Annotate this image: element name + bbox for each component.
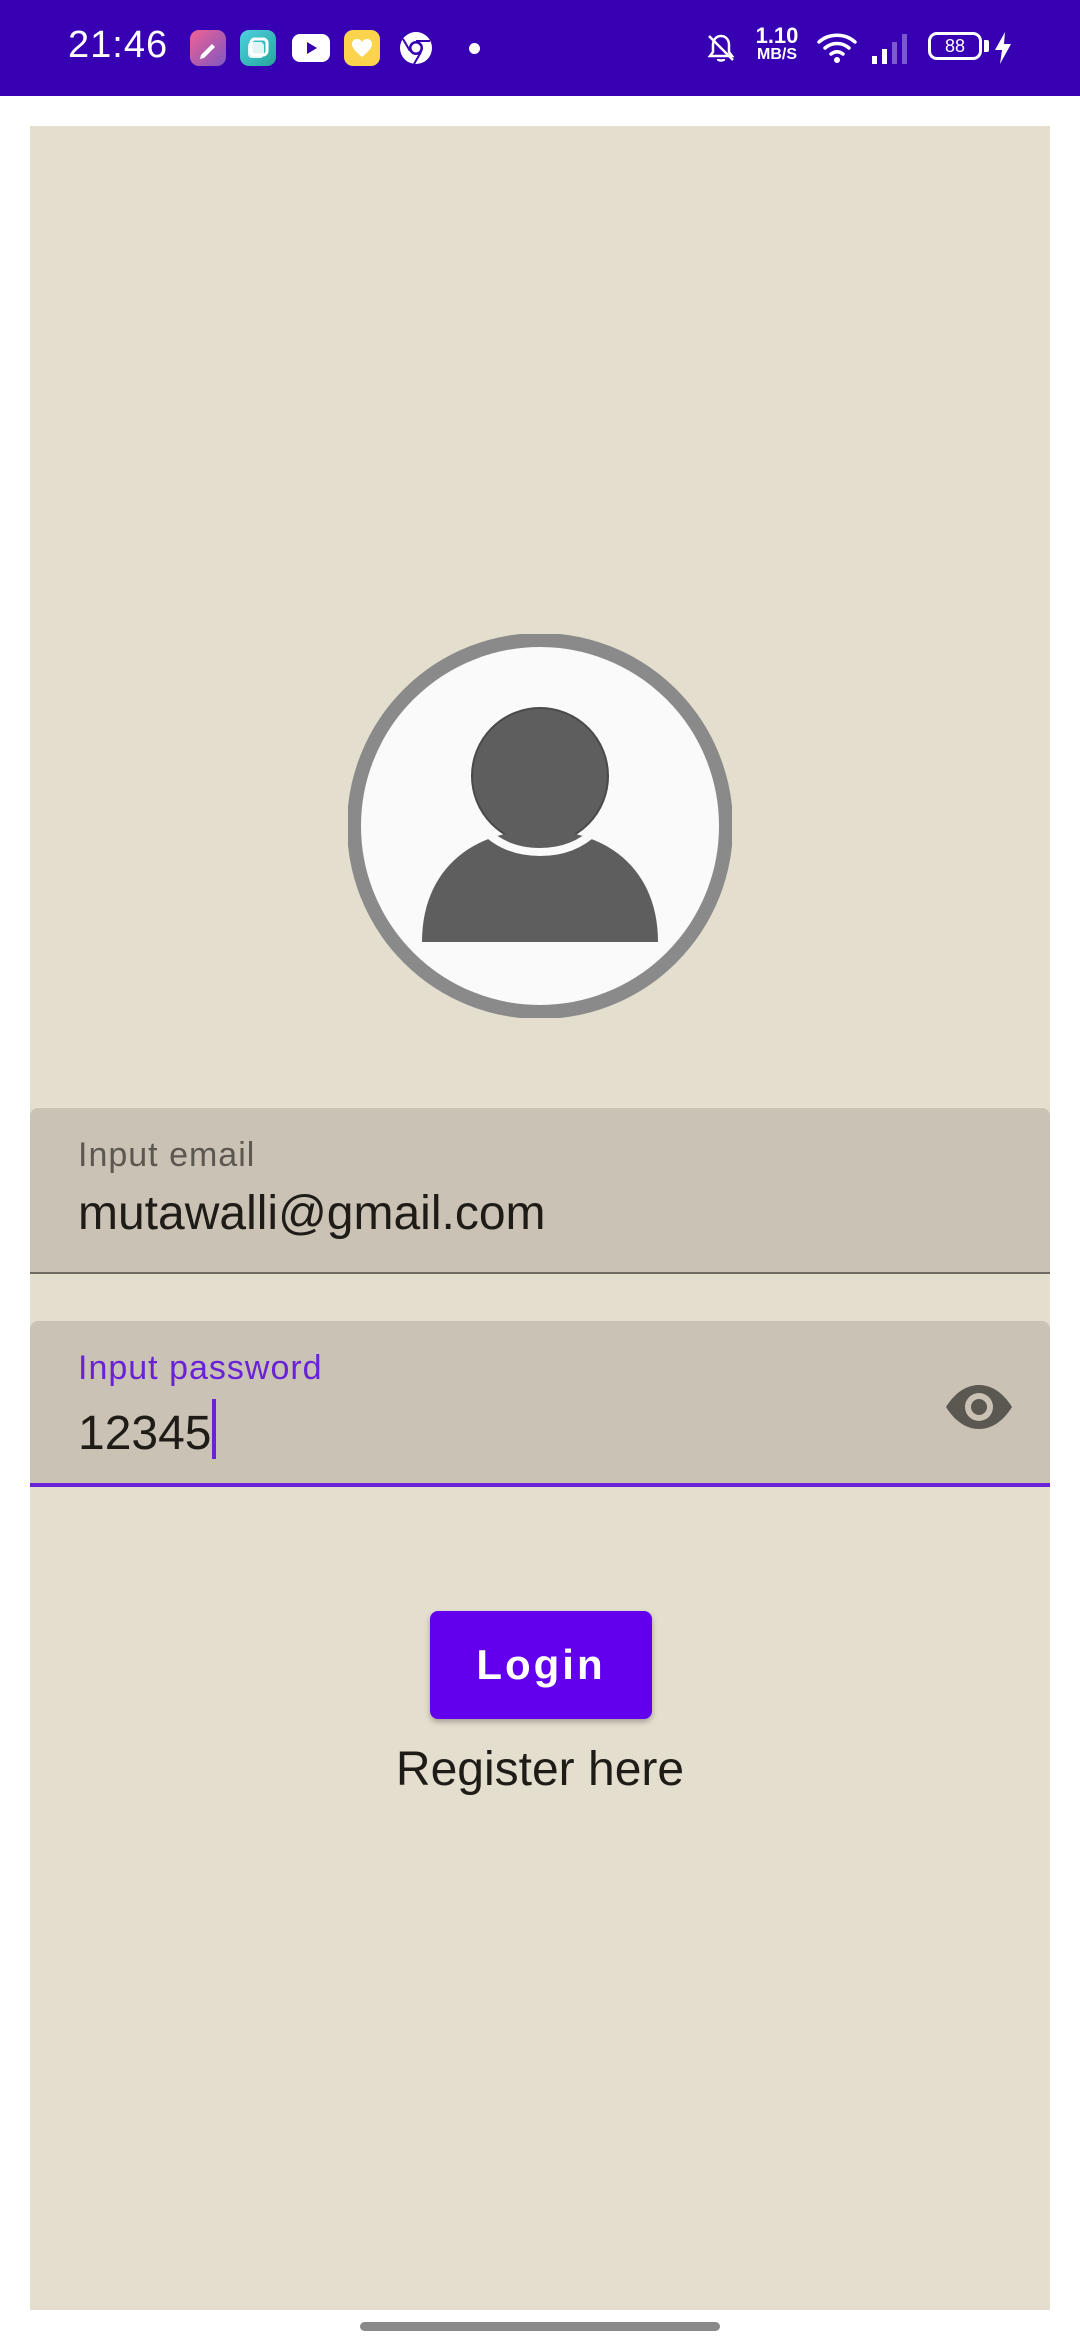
password-input[interactable]: 12345	[78, 1407, 211, 1460]
login-screen: Input email mutawalli@gmail.com Input pa…	[30, 126, 1050, 2310]
password-field[interactable]: Input password 12345	[30, 1321, 1050, 1487]
editor-app-icon	[190, 30, 226, 66]
network-speed: 1.10 MB/S	[752, 23, 802, 64]
wifi-icon	[817, 33, 857, 63]
signal-icon	[872, 34, 907, 64]
battery-tip	[984, 40, 989, 52]
battery-level: 88	[944, 36, 966, 56]
text-cursor	[212, 1399, 217, 1459]
email-label: Input email	[78, 1136, 256, 1174]
chrome-icon	[398, 30, 434, 66]
status-time: 21:46	[68, 24, 169, 66]
gallery-app-icon	[240, 30, 276, 66]
password-label: Input password	[78, 1349, 323, 1387]
home-indicator[interactable]	[360, 2322, 720, 2331]
avatar	[348, 634, 732, 1018]
register-link[interactable]: Register here	[30, 1742, 1050, 1797]
email-field[interactable]: Input email mutawalli@gmail.com	[30, 1108, 1050, 1274]
eye-icon[interactable]	[944, 1383, 1014, 1431]
network-speed-unit: MB/S	[757, 46, 797, 63]
battery-icon: 88	[928, 32, 982, 60]
login-button[interactable]: Login	[430, 1611, 652, 1719]
youtube-icon	[292, 34, 330, 62]
email-input[interactable]: mutawalli@gmail.com	[78, 1186, 546, 1241]
status-bar: 21:46 1.10 MB/S 88	[0, 0, 1080, 96]
wallet-app-icon	[344, 30, 380, 66]
charging-bolt-icon	[995, 32, 1011, 64]
network-speed-value: 1.10	[755, 23, 799, 48]
more-notifications-dot	[469, 43, 480, 54]
password-input-wrapper[interactable]: 12345	[78, 1399, 217, 1461]
bell-off-icon	[707, 34, 735, 62]
